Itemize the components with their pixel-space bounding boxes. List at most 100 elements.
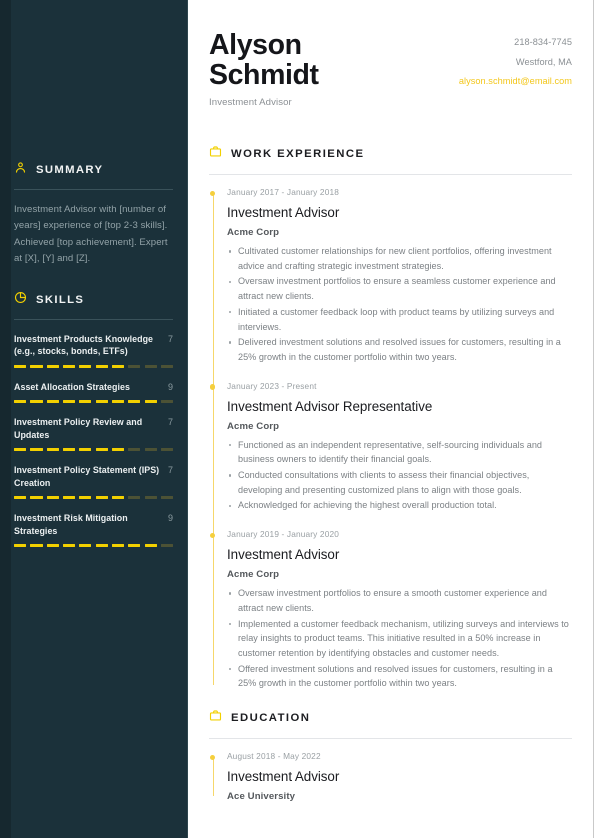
skill-dash (160, 496, 174, 500)
skill-dash (14, 364, 27, 368)
contact-location: Westford, MA (515, 56, 572, 67)
skill-dash (14, 496, 27, 500)
skill-dash (62, 496, 76, 500)
person-icon (14, 161, 27, 179)
skill-dash (62, 448, 76, 452)
entry-date: January 2023 - Present (227, 380, 317, 391)
skill-item: Investment Risk Mitigation Strategies 9 (14, 512, 174, 548)
skill-rating-bar (14, 448, 174, 452)
skill-dash (30, 448, 43, 452)
entry-bullet: Functioned as an independent representat… (227, 438, 572, 467)
skill-dash (144, 496, 157, 500)
skill-item: Asset Allocation Strategies 9 (14, 381, 174, 404)
entry-bullet: Oversaw investment portfolios to ensure … (227, 274, 572, 303)
briefcase-icon (209, 145, 222, 163)
skills-divider (14, 318, 173, 320)
skill-dash (46, 448, 59, 452)
entry-date: January 2019 - January 2020 (227, 529, 339, 540)
entry-bullet-list: Cultivated customer relationships for ne… (227, 244, 572, 365)
education-divider (209, 738, 572, 740)
skill-dash (111, 496, 125, 500)
entry-bullet: Conducted consultations with clients to … (227, 468, 572, 497)
skill-item: Investment Policy Statement (IPS) Creati… (14, 464, 174, 500)
skill-score: 7 (167, 333, 173, 344)
entry-title: Investment Advisor (227, 769, 340, 785)
timeline-entry: January 2017 - January 2018 Investment Ad… (210, 187, 572, 381)
skill-name: Asset Allocation Strategies (14, 381, 130, 392)
pie-chart-icon (14, 291, 27, 309)
timeline-dot (210, 190, 216, 196)
skill-dash (128, 364, 141, 368)
skill-dash (160, 544, 174, 548)
briefcase-icon (209, 709, 222, 727)
timeline-entry: January 2023 - Present Investment Advisor… (210, 380, 572, 530)
main-content: Alyson Schmidt Investment Advisor 218-83… (188, 0, 593, 838)
skill-rating-bar (14, 544, 174, 548)
skill-dash (128, 448, 141, 452)
skill-dash (95, 364, 108, 368)
skill-dash (95, 544, 108, 548)
skill-dash (111, 448, 125, 452)
education-title: EDUCATION (231, 712, 311, 725)
skill-dash (30, 400, 43, 404)
timeline-dot (210, 754, 216, 760)
skill-dash (144, 364, 157, 368)
contact-email[interactable]: alyson.schmidt@email.com (459, 72, 572, 92)
skill-dash (46, 400, 59, 404)
summary-divider (14, 189, 173, 190)
skill-dash (128, 544, 141, 548)
skill-name: Investment Risk Mitigation Strategies (14, 513, 128, 536)
skill-dash (111, 364, 125, 368)
skill-dash (14, 544, 27, 548)
contact-block: 218-834-7745 Westford, MA alyson.schmidt… (459, 33, 572, 92)
skill-dash (160, 400, 174, 404)
skill-dash (79, 544, 92, 548)
header-block: Alyson Schmidt Investment Advisor 218-83… (209, 0, 572, 108)
entry-date: January 2017 - January 2018 (227, 187, 339, 197)
education-section: EDUCATION August 2018 - May 2022 Investme… (209, 709, 572, 802)
summary-header: SUMMARY (14, 160, 173, 180)
skill-dash (14, 448, 27, 452)
resume-page: SUMMARY Investment Advisor with [number … (0, 0, 594, 838)
skill-dash (128, 496, 141, 500)
work-experience-title: WORK EXPERIENCE (231, 148, 365, 160)
entry-bullet: Cultivated customer relationships for ne… (227, 244, 572, 273)
skill-row: Investment Policy Statement (IPS) Creati… (14, 464, 173, 489)
skill-name: Investment Policy Statement (IPS) Creati… (14, 465, 160, 488)
skill-row: Asset Allocation Strategies 9 (14, 381, 173, 394)
skill-item: Investment Policy Review and Updates 7 (14, 416, 174, 452)
skill-rating-bar (14, 496, 174, 500)
entry-bullet-list: Functioned as an independent representat… (227, 438, 572, 514)
skill-dash (62, 544, 76, 548)
skill-row: Investment Policy Review and Updates 7 (14, 416, 173, 441)
skill-dash (46, 544, 59, 548)
summary-title: SUMMARY (36, 164, 104, 176)
entry-bullet: Acknowledged for achieving the highest o… (227, 498, 572, 513)
entry-organization: Acme Corp (227, 420, 280, 432)
skill-dash (30, 544, 43, 548)
entry-title: Investment Advisor (227, 547, 340, 563)
entry-date: August 2018 - May 2022 (227, 751, 321, 762)
entry-organization: Ace University (227, 791, 296, 803)
entry-organization: Acme Corp (227, 569, 280, 581)
skills-section: SKILLS Investment Products Knowledge (e.… (14, 290, 174, 548)
skill-dash (95, 496, 108, 500)
entry-bullet: Offered investment solutions and resolve… (227, 662, 572, 691)
skill-dash (144, 400, 157, 404)
education-header: EDUCATION (209, 709, 572, 727)
timeline-dot (210, 384, 216, 390)
skill-dash (62, 364, 76, 368)
skill-item: Investment Products Knowledge (e.g., sto… (14, 333, 174, 368)
work-experience-header: WORK EXPERIENCE (209, 145, 572, 163)
skills-title: SKILLS (36, 293, 85, 306)
work-experience-divider (209, 174, 572, 175)
skill-name: Investment Products Knowledge (e.g., sto… (14, 333, 154, 357)
sidebar: SUMMARY Investment Advisor with [number … (0, 0, 188, 838)
skill-score: 9 (167, 381, 173, 392)
timeline-entry: January 2019 - January 2020 Investment Ad… (210, 529, 572, 691)
skill-rating-bar (14, 364, 174, 368)
entry-bullet: Oversaw investment portfolios to ensure … (227, 586, 572, 615)
skill-row: Investment Risk Mitigation Strategies 9 (14, 512, 173, 537)
entry-bullet: Delivered investment solutions and resol… (227, 335, 572, 364)
contact-phone: 218-834-7745 (514, 37, 572, 47)
